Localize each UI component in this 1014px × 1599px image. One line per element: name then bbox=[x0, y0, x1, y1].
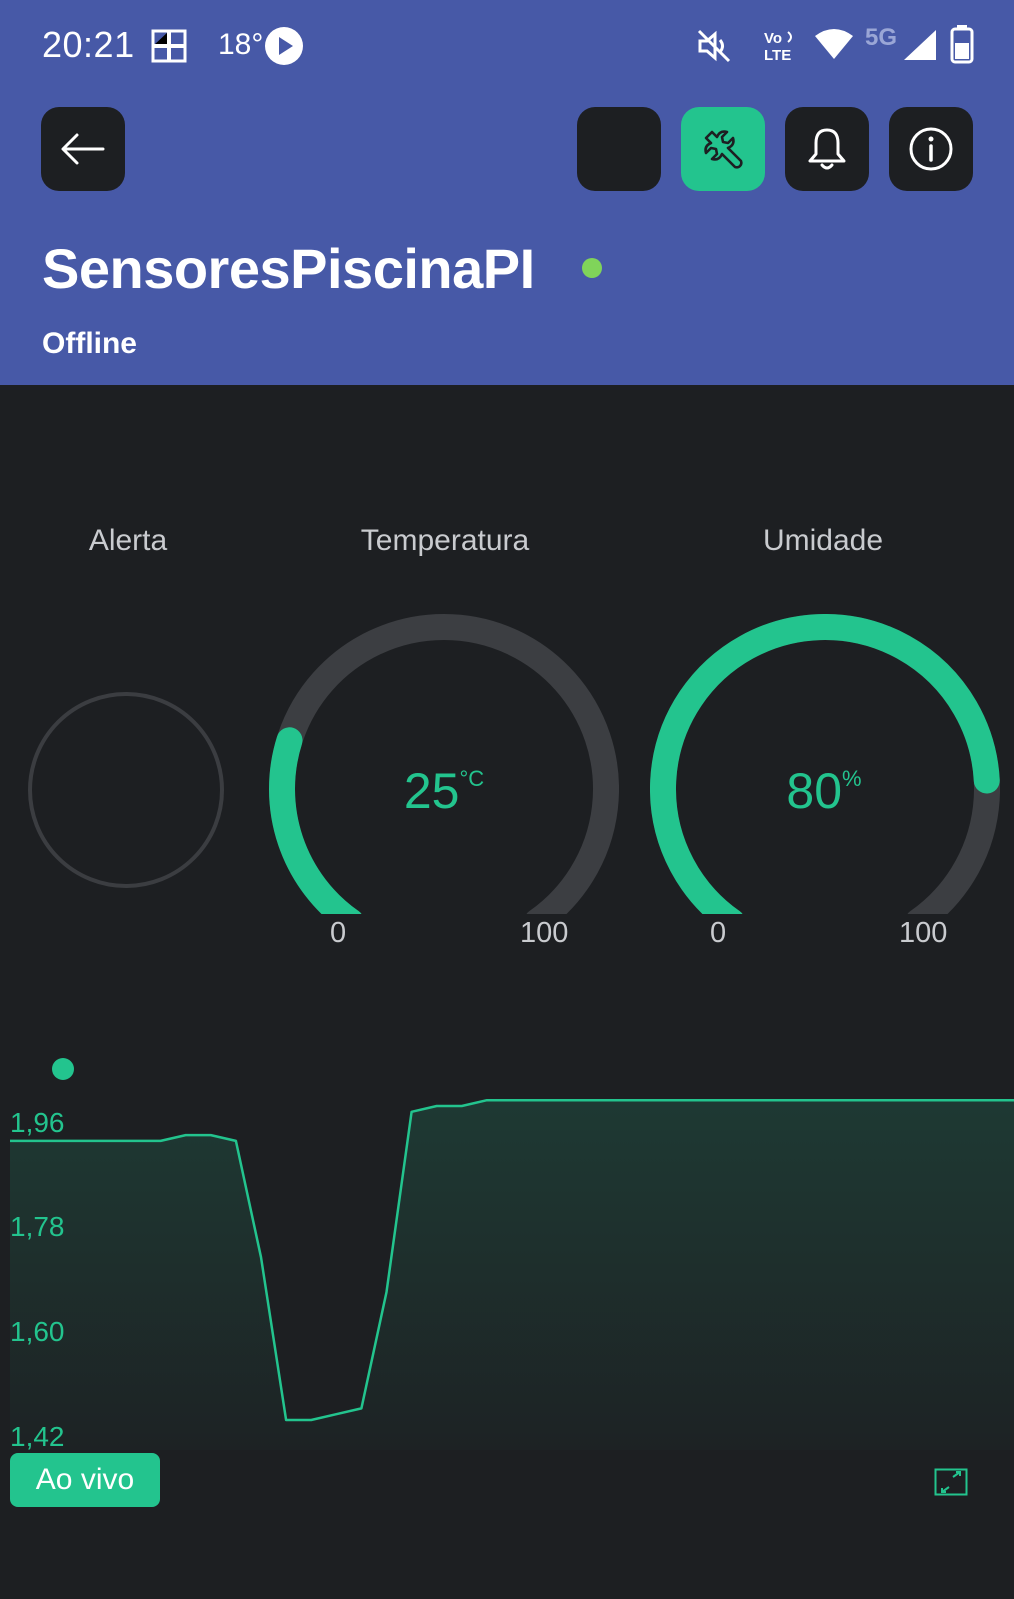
info-button[interactable] bbox=[889, 107, 973, 191]
battery-icon bbox=[950, 25, 974, 64]
notifications-button[interactable] bbox=[785, 107, 869, 191]
y-tick: 1,60 bbox=[10, 1316, 65, 1347]
play-icon bbox=[265, 27, 303, 65]
settings-button[interactable] bbox=[681, 107, 765, 191]
y-tick: 1,78 bbox=[10, 1211, 65, 1242]
status-temperature: 18° bbox=[218, 28, 264, 61]
status-network: 5G bbox=[865, 24, 898, 51]
bell-icon bbox=[808, 128, 846, 170]
alert-led[interactable] bbox=[26, 690, 226, 890]
status-indicator-dot bbox=[582, 258, 602, 278]
chart-area-fill bbox=[10, 1100, 1014, 1450]
mute-icon bbox=[697, 29, 731, 63]
wifi-icon bbox=[815, 29, 853, 59]
y-tick: 1,96 bbox=[10, 1107, 65, 1138]
humidity-min: 0 bbox=[710, 917, 727, 949]
back-button[interactable] bbox=[41, 107, 125, 191]
temperature-value: 25°C bbox=[403, 763, 485, 819]
expand-icon[interactable] bbox=[934, 1468, 968, 1496]
humidity-value: 80% bbox=[786, 763, 862, 819]
svg-text:Vo: Vo bbox=[764, 30, 782, 47]
device-status: Offline bbox=[42, 327, 137, 360]
blank-button[interactable] bbox=[577, 107, 661, 191]
humidity-max: 100 bbox=[899, 917, 948, 949]
volte-icon: Vo LTE bbox=[764, 30, 792, 64]
live-button[interactable]: Ao vivo bbox=[10, 1453, 160, 1507]
y-tick: 1,42 bbox=[10, 1421, 65, 1452]
temperature-max: 100 bbox=[520, 917, 569, 949]
chart-legend-dot bbox=[52, 1058, 74, 1080]
device-name: SensoresPiscinaPI bbox=[42, 237, 535, 300]
svg-text:LTE: LTE bbox=[764, 47, 791, 64]
signal-icon bbox=[904, 30, 936, 60]
app-header: 20:21 18° Vo LTE 5G SensoresPiscinaPI Of… bbox=[0, 0, 1014, 385]
temperature-label: Temperatura bbox=[360, 524, 530, 557]
info-icon bbox=[909, 127, 953, 171]
temperature-min: 0 bbox=[330, 917, 347, 949]
chart-plot[interactable] bbox=[0, 1090, 1014, 1450]
alert-label: Alerta bbox=[88, 524, 168, 557]
status-bar: 20:21 18° Vo LTE 5G bbox=[0, 0, 1014, 95]
gallery-icon bbox=[151, 29, 187, 63]
status-time: 20:21 bbox=[42, 24, 135, 65]
humidity-label: Umidade bbox=[762, 524, 884, 557]
wrench-icon bbox=[704, 130, 743, 169]
arrow-left-icon bbox=[61, 133, 105, 165]
